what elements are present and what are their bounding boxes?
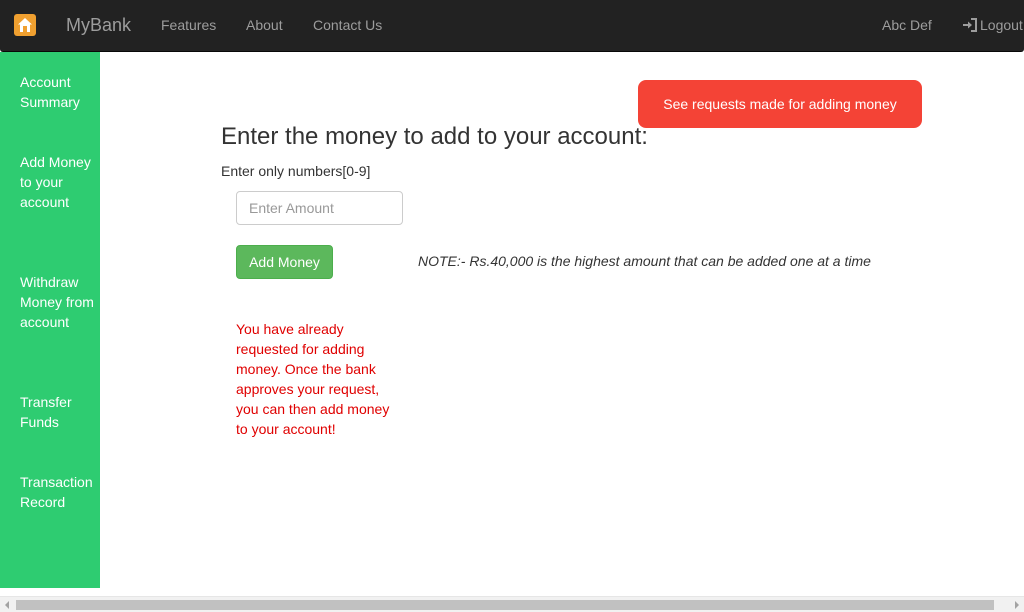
input-hint: Enter only numbers[0-9]	[221, 163, 371, 179]
sidebar-item-account-summary[interactable]: Account Summary	[20, 72, 98, 112]
top-navbar: MyBank Features About Contact Us Abc Def…	[0, 0, 1024, 52]
nav-link-contact-us[interactable]: Contact Us	[313, 17, 382, 33]
see-requests-button[interactable]: See requests made for adding money	[638, 80, 922, 128]
user-name-link[interactable]: Abc Def	[882, 17, 932, 33]
log-in-icon	[962, 18, 978, 32]
brand-name[interactable]: MyBank	[66, 15, 131, 36]
logout-label: Logout	[980, 17, 1023, 33]
scrollbar-thumb[interactable]	[16, 600, 994, 610]
sidebar-item-add-money[interactable]: Add Money to your account	[20, 152, 98, 212]
limit-note: NOTE:- Rs.40,000 is the highest amount t…	[418, 253, 871, 269]
sidebar: Account Summary Add Money to your accoun…	[0, 52, 100, 588]
pending-request-warning: You have already requested for adding mo…	[236, 321, 390, 437]
scroll-right-icon[interactable]	[1015, 601, 1019, 609]
nav-link-about[interactable]: About	[246, 17, 283, 33]
home-icon[interactable]	[14, 14, 36, 36]
add-money-button[interactable]: Add Money	[236, 245, 333, 279]
sidebar-item-withdraw-money[interactable]: Withdraw Money from account	[20, 272, 98, 332]
nav-link-features[interactable]: Features	[161, 17, 216, 33]
amount-input[interactable]	[236, 191, 403, 225]
scroll-left-icon[interactable]	[5, 601, 9, 609]
page-title: Enter the money to add to your account:	[221, 123, 648, 150]
sidebar-item-transfer-funds[interactable]: Transfer Funds	[20, 392, 98, 432]
horizontal-scrollbar[interactable]	[0, 596, 1024, 612]
logout-link[interactable]: Logout	[962, 17, 1023, 33]
sidebar-item-transaction-record[interactable]: Transaction Record	[20, 472, 98, 512]
